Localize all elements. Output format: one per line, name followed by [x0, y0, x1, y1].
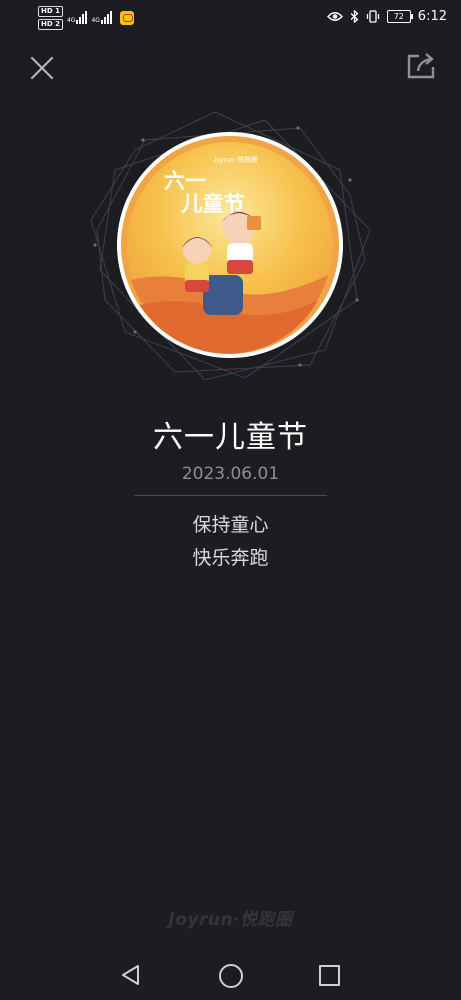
signal-bars-icon [76, 10, 88, 24]
app-notification-icon [119, 11, 134, 25]
recent-apps-button[interactable] [319, 965, 340, 986]
status-bar: HD 1 HD 2 4G 4G 72 6:12 [0, 0, 461, 36]
medal-line-2: 儿童节 [182, 192, 245, 216]
medal-badge: Joyrun 悦跑圈 六一 儿童节 [90, 111, 371, 380]
close-button[interactable] [28, 54, 56, 82]
medal-date: 2023.06.01 [181, 464, 280, 484]
home-button[interactable] [219, 964, 243, 988]
hd-badge-2: HD 2 [38, 19, 63, 30]
signal-bars-icon [100, 10, 112, 24]
share-icon [407, 53, 435, 79]
network-label-2: 4G [91, 17, 100, 24]
share-button[interactable] [404, 50, 438, 82]
status-right: 72 6:12 [326, 9, 447, 24]
system-nav-bar [0, 950, 461, 1000]
divider [134, 495, 327, 496]
eye-icon [326, 12, 343, 21]
medal-line-1: 六一 [164, 169, 206, 193]
description-line-2: 快乐奔跑 [192, 547, 269, 569]
page-title: 六一儿童节 [153, 420, 308, 455]
description-line-1: 保持童心 [192, 514, 269, 536]
signal-2: 4G [91, 6, 112, 24]
vibrate-icon [366, 10, 379, 23]
back-triangle-icon [122, 965, 139, 985]
status-left: HD 1 HD 2 4G 4G [38, 6, 134, 30]
clock: 6:12 [417, 9, 447, 24]
hd-badges: HD 1 HD 2 [38, 6, 63, 30]
joyrun-watermark-logo: Joyrun·悦跑圈 [168, 910, 293, 930]
network-label-1: 4G [66, 17, 76, 24]
bluetooth-icon [350, 10, 359, 23]
back-button[interactable] [120, 964, 142, 986]
medal-brand: Joyrun 悦跑圈 [212, 156, 258, 164]
battery-icon: 72 [386, 10, 413, 23]
signal-1: 4G [66, 6, 88, 24]
hd-badge-1: HD 1 [38, 6, 63, 17]
